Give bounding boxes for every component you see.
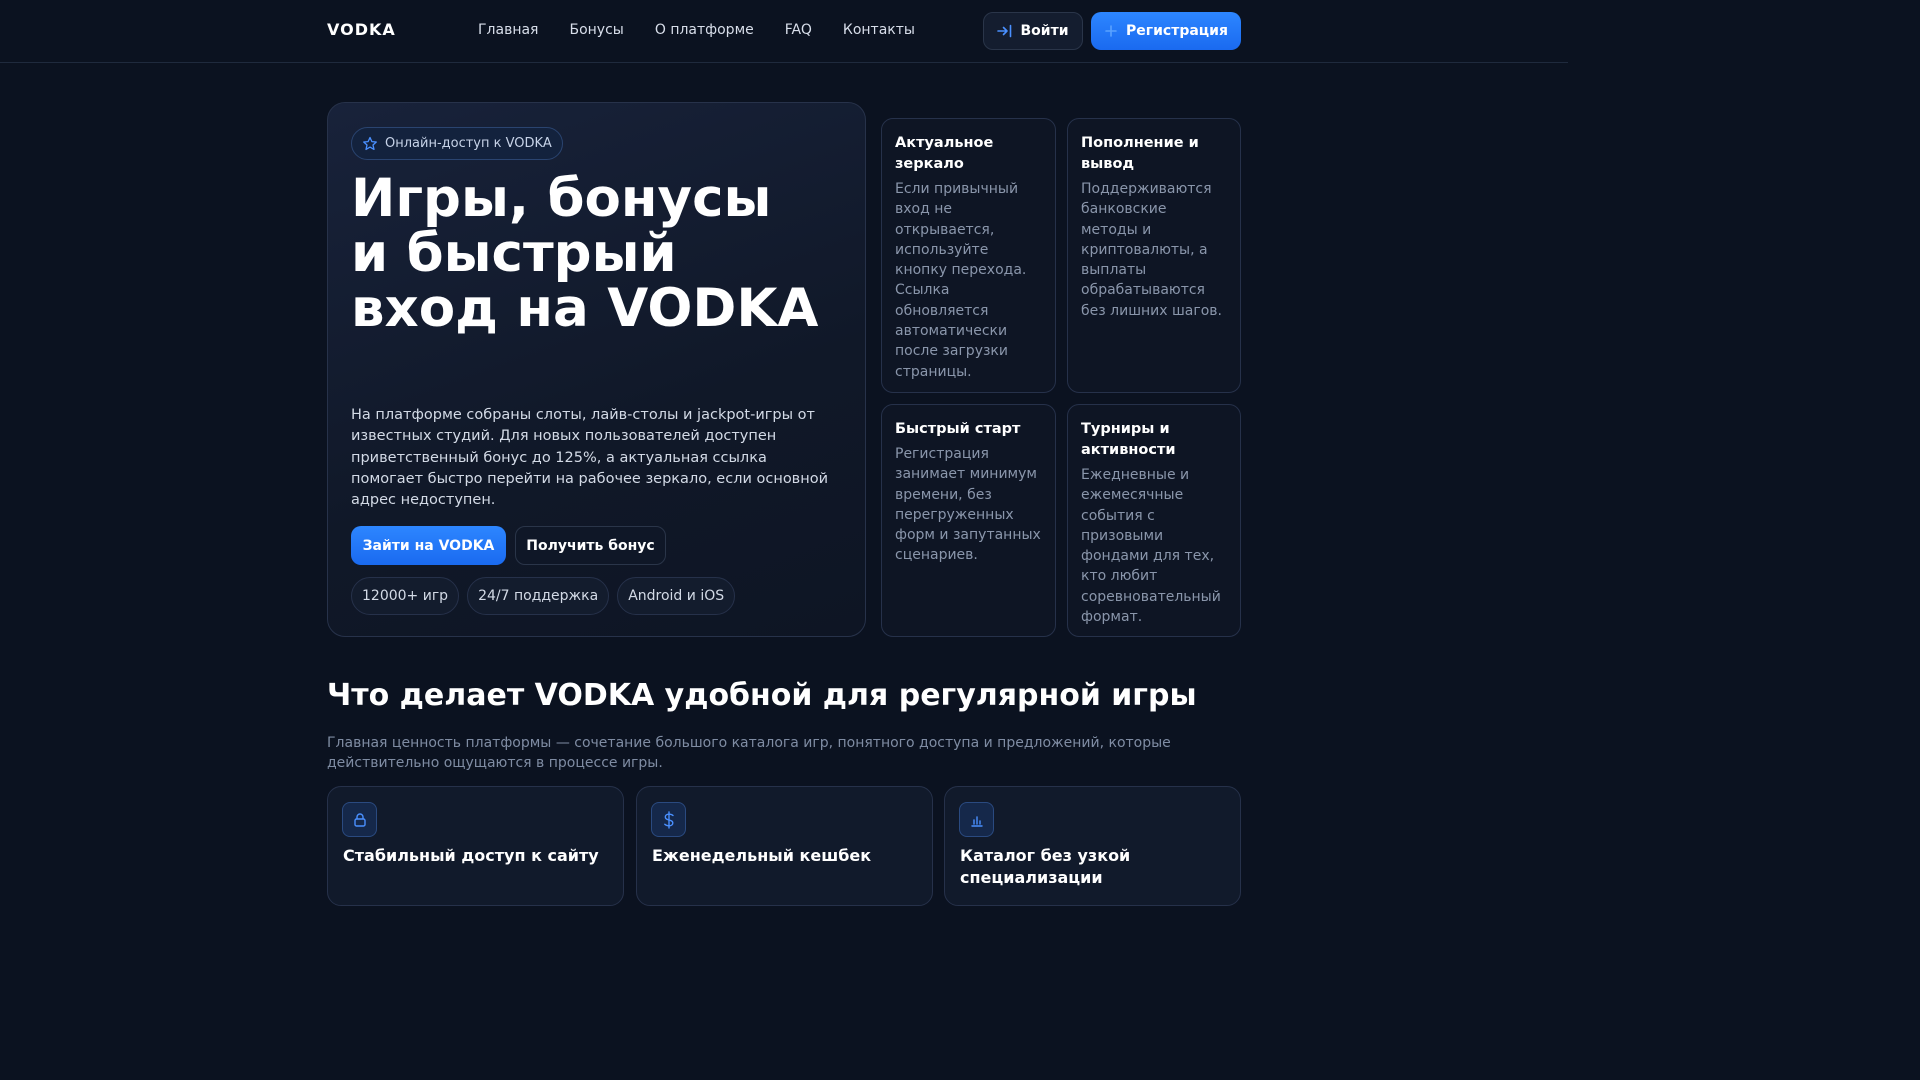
- bar-chart-icon: [970, 815, 983, 827]
- nav-link-home[interactable]: Главная: [478, 22, 538, 38]
- hero-panel: Онлайн-доступ к VODKA Игры, бонусы и быс…: [327, 102, 866, 637]
- feature-card-access: Стабильный доступ к сайту: [327, 786, 624, 906]
- tag-platforms: Android и iOS: [617, 577, 736, 615]
- hero-description: На платформе собраны слоты, лайв-столы и…: [351, 407, 829, 509]
- nav-link-about[interactable]: О платформе: [655, 22, 754, 38]
- info-card-text: Ежедневные и ежемесячные события с призо…: [1081, 467, 1221, 626]
- feature-title: Стабильный доступ к сайту: [343, 846, 599, 865]
- logo[interactable]: VODKA: [327, 20, 396, 39]
- star-icon: [363, 136, 377, 150]
- hero-badge: Онлайн-доступ к VODKA: [351, 127, 563, 160]
- nav-link-faq[interactable]: FAQ: [785, 22, 812, 38]
- login-icon: [997, 24, 1012, 38]
- nav-link-bonuses[interactable]: Бонусы: [569, 22, 623, 38]
- plus-icon: [1105, 25, 1117, 37]
- get-bonus-button[interactable]: Получить бонус: [515, 526, 666, 565]
- hero-badge-label: Онлайн-доступ к VODKA: [385, 136, 552, 151]
- tag-games: 12000+ игр: [351, 577, 460, 615]
- info-card-title: Актуальное зеркало: [895, 135, 994, 172]
- info-card-title: Быстрый старт: [895, 421, 1021, 437]
- feature-icon-box: [342, 802, 377, 837]
- enter-vodka-button[interactable]: Зайти на VODKA: [351, 526, 506, 565]
- top-navbar: VODKA Главная Бонусы О платформе FAQ Кон…: [0, 0, 1568, 63]
- feature-icon-box: [651, 802, 686, 837]
- info-card-text: Регистрация занимает минимум времени, бе…: [895, 446, 1041, 564]
- register-label: Регистрация: [1126, 23, 1228, 39]
- info-card-tournaments: Турниры и активности Ежедневные и ежемес…: [1067, 404, 1241, 637]
- hero-tags: 12000+ игр 24/7 поддержка Android и iOS: [351, 577, 736, 615]
- main-menu: Главная Бонусы О платформе FAQ Контакты: [478, 22, 946, 38]
- tag-support: 24/7 поддержка: [467, 577, 610, 615]
- lock-icon: [353, 812, 366, 827]
- feature-icon-box: [959, 802, 994, 837]
- feature-card-cashback: Еженедельный кешбек: [636, 786, 933, 906]
- info-card-mirror: Актуальное зеркало Если привычный вход н…: [881, 118, 1056, 393]
- hero-title: Игры, бонусы и быстрый вход на VODKA: [351, 168, 819, 339]
- info-card-payments: Пополнение и вывод Поддерживаются банков…: [1067, 118, 1241, 393]
- section-title: Что делает VODKA удобной для регулярной …: [327, 678, 1197, 713]
- section-subtitle: Главная ценность платформы — сочетание б…: [327, 735, 1171, 771]
- info-card-title: Турниры и активности: [1081, 421, 1176, 458]
- login-label: Войти: [1020, 23, 1069, 39]
- feature-title: Каталог без узкой специализации: [960, 846, 1131, 887]
- register-button[interactable]: Регистрация: [1091, 12, 1241, 50]
- info-card-text: Поддерживаются банковские методы и крипт…: [1081, 181, 1222, 319]
- dollar-icon: [663, 810, 674, 829]
- info-card-quick-start: Быстрый старт Регистрация занимает миним…: [881, 404, 1056, 637]
- login-button[interactable]: Войти: [983, 12, 1083, 50]
- feature-title: Еженедельный кешбек: [652, 846, 872, 865]
- feature-card-catalog: Каталог без узкой специализации: [944, 786, 1241, 906]
- info-card-text: Если привычный вход не открывается, испо…: [895, 181, 1027, 380]
- nav-link-contacts[interactable]: Контакты: [843, 22, 915, 38]
- info-card-title: Пополнение и вывод: [1081, 135, 1199, 172]
